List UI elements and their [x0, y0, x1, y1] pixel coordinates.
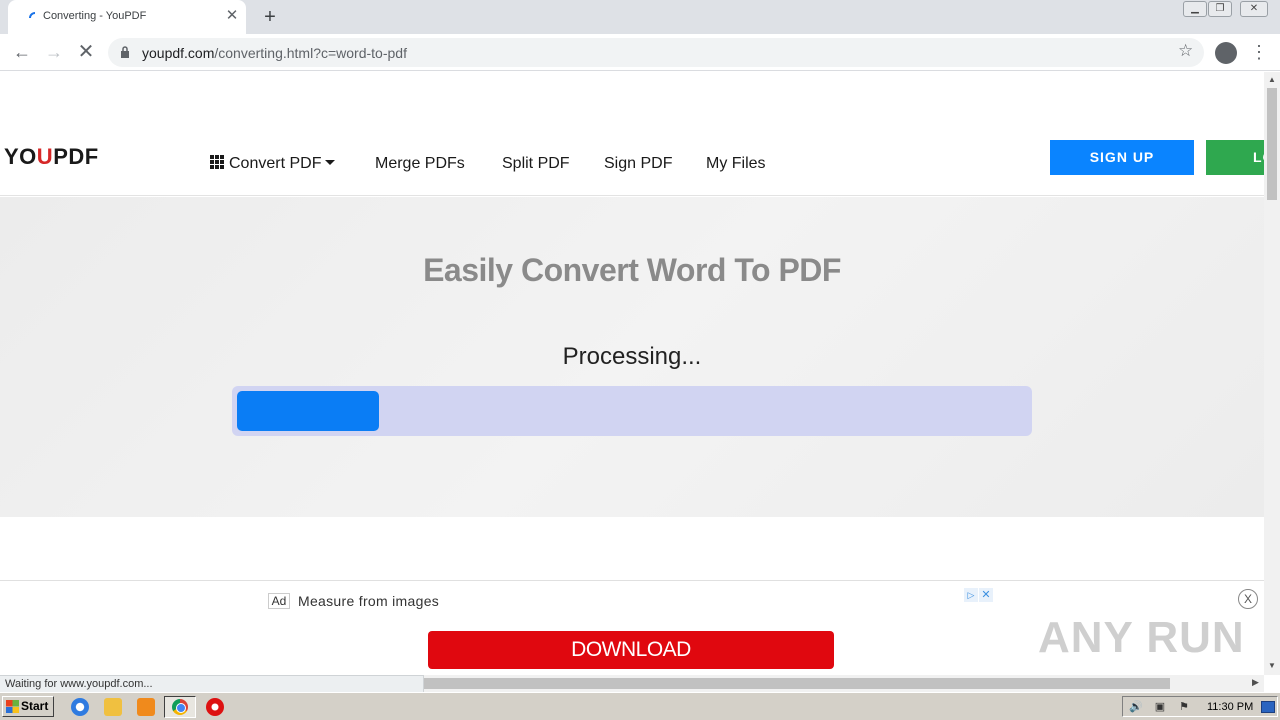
grid-icon [210, 155, 224, 169]
horizontal-scrollbar[interactable]: ▶ [424, 675, 1264, 692]
ad-close-icon[interactable]: ✕ [979, 588, 993, 602]
adchoices-icon[interactable]: ▷ [964, 588, 978, 602]
back-arrow-icon[interactable]: ← [8, 38, 36, 66]
network-icon[interactable]: ▣ [1153, 700, 1167, 713]
tab-title: Converting - YouPDF [43, 10, 147, 22]
scroll-right-icon[interactable]: ▶ [1252, 677, 1259, 688]
stop-loading-icon[interactable]: ✕ [72, 38, 100, 66]
chrome-icon [172, 699, 188, 715]
windows-taskbar: Start 🔊 ▣ ⚑ 11:30 PM [0, 692, 1280, 720]
browser-toolbar: ← → ✕ youpdf.com/converting.html?c=word-… [0, 34, 1280, 71]
horizontal-scroll-thumb[interactable] [424, 678, 1170, 689]
new-tab-button[interactable]: + [258, 5, 282, 29]
vertical-scroll-thumb[interactable] [1267, 88, 1277, 200]
window-minimize-button[interactable]: ▁ [1183, 1, 1207, 17]
show-desktop-icon[interactable] [1261, 701, 1275, 713]
ad-download-button[interactable]: DOWNLOAD [428, 631, 834, 669]
taskbar-chrome-button[interactable] [164, 696, 196, 718]
loading-spinner-icon [29, 12, 36, 19]
forward-arrow-icon[interactable]: → [40, 38, 68, 66]
site-navbar: YOUPDF Convert PDF Merge PDFs Split PDF … [0, 128, 1280, 196]
ad-content[interactable]: Ad Measure from images ▷ ✕ DOWNLOAD [268, 585, 996, 675]
logo-text-left: YO [4, 144, 37, 169]
youpdf-logo[interactable]: YOUPDF [4, 144, 99, 170]
caret-down-icon [325, 160, 336, 165]
browser-status-bar: Waiting for www.youpdf.com... [0, 675, 424, 692]
nav-my-files[interactable]: My Files [706, 155, 766, 173]
opera-icon[interactable] [206, 698, 224, 716]
scroll-up-icon[interactable]: ▲ [1268, 75, 1276, 84]
logo-text-right: PDF [53, 144, 99, 169]
progress-bar-fill [237, 391, 379, 431]
anyrun-watermark: ANY RUN [1038, 613, 1245, 662]
browser-titlebar: Converting - YouPDF ✕ + ▁ ❐ ✕ [0, 0, 1280, 34]
window-close-button[interactable]: ✕ [1240, 1, 1268, 17]
internet-explorer-icon[interactable] [71, 698, 89, 716]
ad-label: Ad [268, 593, 290, 609]
windows-logo-icon [6, 700, 19, 713]
vertical-scrollbar[interactable]: ▲ ▼ [1264, 72, 1280, 675]
browser-menu-icon[interactable]: ⋮ [1250, 40, 1268, 64]
flag-icon[interactable]: ⚑ [1177, 700, 1191, 713]
start-button[interactable]: Start [2, 696, 54, 717]
ad-text[interactable]: Measure from images [298, 593, 439, 609]
browser-tab[interactable]: Converting - YouPDF ✕ [8, 0, 246, 34]
nav-merge-pdfs[interactable]: Merge PDFs [375, 155, 465, 173]
address-bar[interactable]: youpdf.com/converting.html?c=word-to-pdf… [108, 38, 1204, 67]
volume-icon[interactable]: 🔊 [1129, 700, 1143, 713]
window-maximize-button[interactable]: ❐ [1208, 1, 1232, 17]
page-title: Easily Convert Word To PDF [423, 252, 841, 288]
ad-dismiss-button[interactable]: X [1238, 589, 1258, 609]
progress-bar [232, 386, 1032, 436]
url-host: youpdf.com [142, 45, 215, 61]
converter-section: Easily Convert Word To PDF Processing... [0, 197, 1264, 517]
start-label: Start [21, 699, 49, 713]
logo-mark: U [36, 144, 54, 169]
nav-convert-pdf[interactable]: Convert PDF [210, 155, 336, 173]
url-text: youpdf.com/converting.html?c=word-to-pdf [142, 45, 407, 61]
bookmark-star-icon[interactable]: ☆ [1178, 41, 1193, 61]
tab-close-icon[interactable]: ✕ [222, 6, 242, 26]
system-tray: 🔊 ▣ ⚑ 11:30 PM [1122, 696, 1278, 717]
media-player-icon[interactable] [137, 698, 155, 716]
profile-avatar-icon[interactable] [1215, 42, 1237, 64]
nav-split-pdf[interactable]: Split PDF [502, 155, 570, 173]
lock-icon [121, 46, 129, 58]
url-path: /converting.html?c=word-to-pdf [214, 45, 407, 61]
scroll-down-icon[interactable]: ▼ [1268, 661, 1276, 670]
clock: 11:30 PM [1207, 701, 1254, 713]
nav-sign-pdf[interactable]: Sign PDF [604, 155, 672, 173]
signup-button[interactable]: SIGN UP [1050, 140, 1194, 175]
nav-convert-label: Convert PDF [229, 155, 322, 172]
processing-status: Processing... [562, 343, 702, 370]
folder-icon[interactable] [104, 698, 122, 716]
ad-banner: Ad Measure from images ▷ ✕ DOWNLOAD X AN… [0, 580, 1264, 675]
